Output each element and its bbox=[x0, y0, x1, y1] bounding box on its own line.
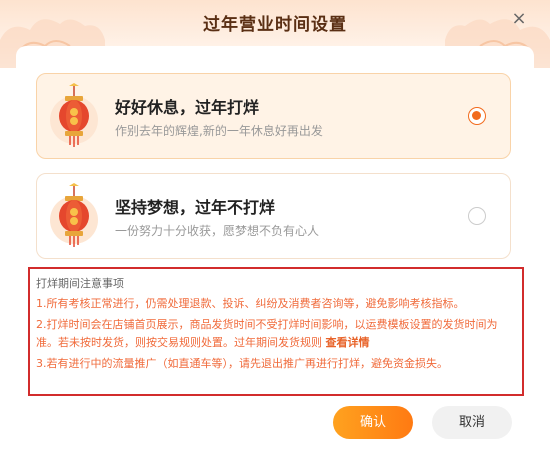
notice-item-2: 2.打烊时间会在店铺首页展示，商品发货时间不受打烊时间影响，以运费模板设置的发货… bbox=[36, 316, 514, 352]
option-rest-closed[interactable]: 好好休息，过年打烊 作别去年的辉煌,新的一年休息好再出发 bbox=[36, 73, 511, 159]
option-subtitle: 一份努力十分收获，愿梦想不负有心人 bbox=[115, 224, 320, 238]
notice-item-1: 1.所有考核正常进行，仍需处理退款、投诉、纠纷及消费者咨询等，避免影响考核指标。 bbox=[36, 297, 465, 310]
option-title: 坚持梦想，过年不打烊 bbox=[115, 198, 276, 217]
red-lantern-icon bbox=[50, 83, 98, 147]
radio-unselected[interactable] bbox=[468, 207, 486, 225]
dialog-title: 过年营业时间设置 bbox=[203, 15, 347, 35]
notice-item-3: 3.若有进行中的流量推广（如直通车等），请先退出推广再进行打烊，避免资金损失。 bbox=[36, 357, 448, 370]
option-title: 好好休息，过年打烊 bbox=[115, 98, 260, 117]
notice-title: 打烊期间注意事项 bbox=[36, 277, 124, 290]
radio-selected[interactable] bbox=[468, 107, 486, 125]
view-details-link[interactable]: 查看详情 bbox=[326, 336, 370, 349]
option-subtitle: 作别去年的辉煌,新的一年休息好再出发 bbox=[115, 124, 323, 138]
close-icon[interactable]: × bbox=[510, 10, 528, 28]
option-keep-open[interactable]: 坚持梦想，过年不打烊 一份努力十分收获，愿梦想不负有心人 bbox=[36, 173, 511, 259]
red-lantern-icon bbox=[50, 183, 98, 247]
closing-notice-box: 打烊期间注意事项 1.所有考核正常进行，仍需处理退款、投诉、纠纷及消费者咨询等，… bbox=[28, 267, 524, 396]
confirm-button[interactable]: 确认 bbox=[333, 406, 413, 439]
notice-item-2-text: 2.打烊时间会在店铺首页展示，商品发货时间不受打烊时间影响，以运费模板设置的发货… bbox=[36, 318, 498, 349]
dialog: 过年营业时间设置 × 好好休息，过年打烊 作别去年的辉煌,新的一年休息好再出发 bbox=[0, 0, 550, 462]
cancel-button[interactable]: 取消 bbox=[432, 406, 512, 439]
